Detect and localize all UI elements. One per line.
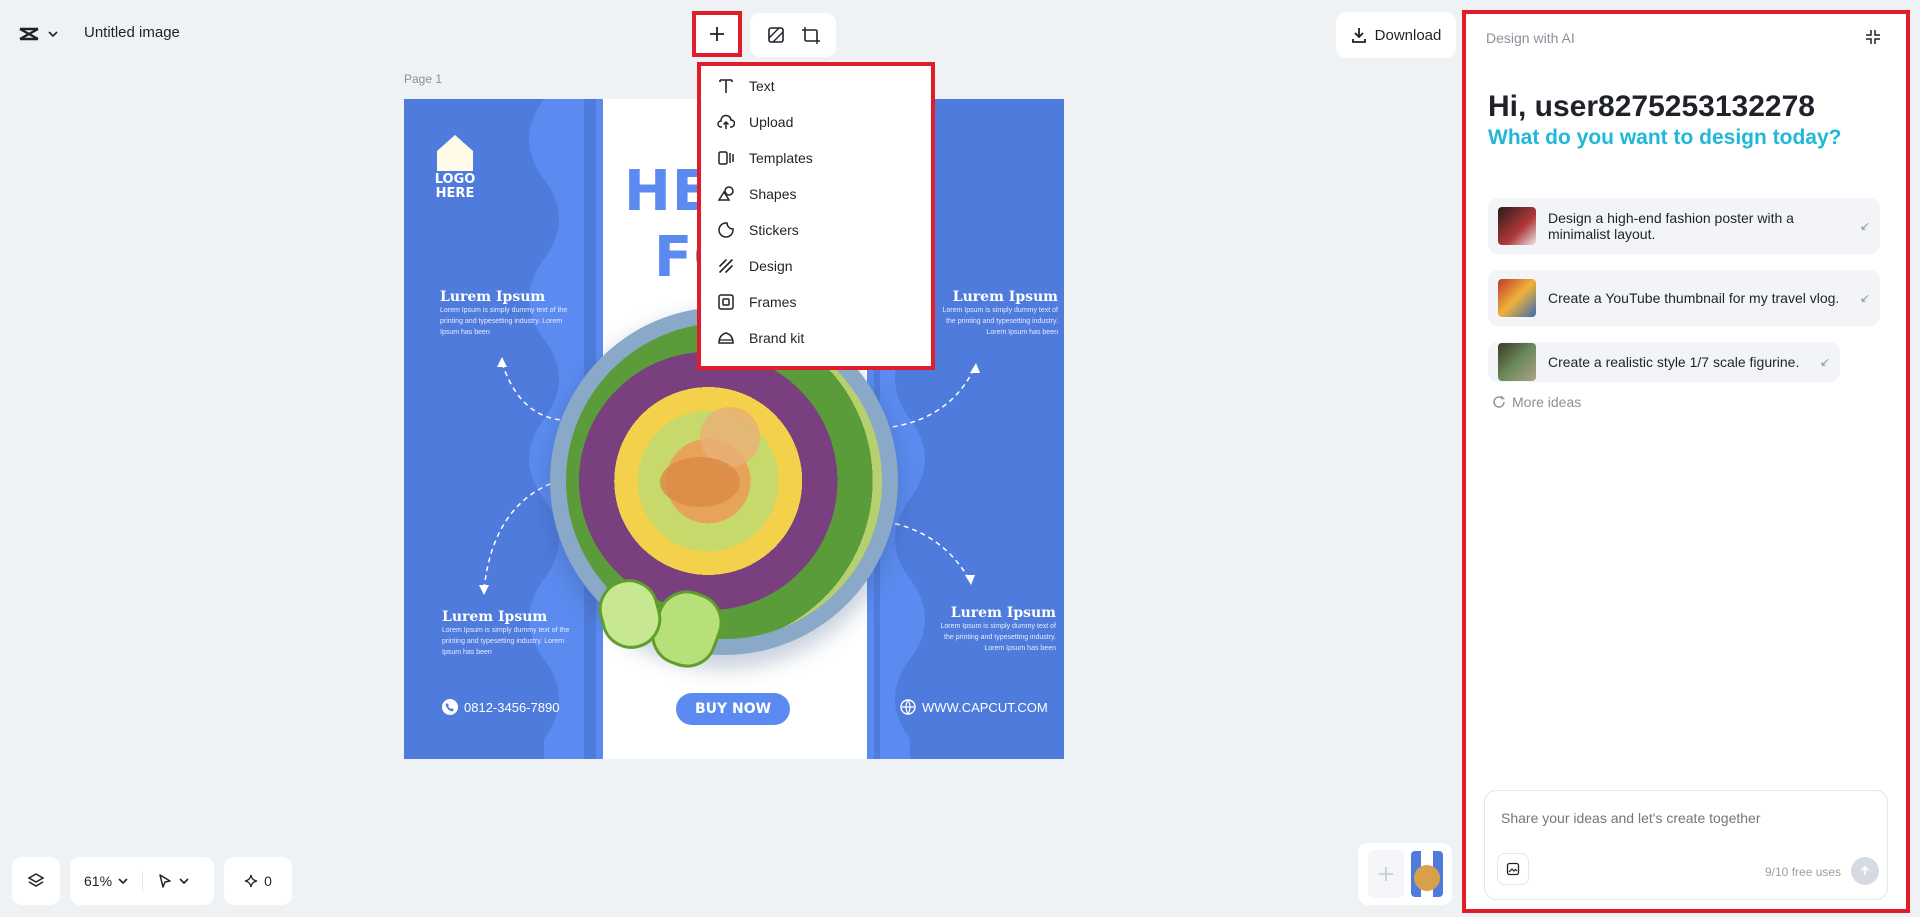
add-page-button[interactable]	[1367, 850, 1404, 898]
phone-icon	[442, 699, 458, 715]
suggestion-card[interactable]: Design a high-end fashion poster with a …	[1488, 198, 1880, 254]
menu-item-templates[interactable]: Templates	[701, 140, 931, 176]
menu-item-label: Stickers	[749, 222, 799, 238]
menu-item-label: Templates	[749, 150, 813, 166]
insert-arrow-icon: ↙	[1819, 355, 1830, 369]
canvas-tools	[750, 13, 836, 57]
suggestion-thumbnail	[1498, 279, 1536, 317]
menu-item-label: Upload	[749, 114, 794, 130]
plus-icon	[709, 26, 725, 42]
chevron-down-icon[interactable]	[179, 878, 189, 884]
more-ideas-button[interactable]: More ideas	[1492, 394, 1581, 410]
website-contact: WWW.CAPCUT.COM	[900, 699, 1048, 715]
divider	[142, 871, 144, 891]
menu-item-label: Shapes	[749, 186, 797, 202]
design-icon	[717, 257, 735, 275]
shapes-icon	[717, 185, 735, 203]
design-with-ai-panel: Design with AI Hi, user8275253132278 Wha…	[1462, 10, 1910, 913]
suggestion-text: Create a realistic style 1/7 scale figur…	[1548, 354, 1800, 370]
suggestion-text: Design a high-end fashion poster with a …	[1548, 210, 1794, 242]
ai-credits-button[interactable]: 0	[224, 857, 292, 905]
buy-now-button: BUY NOW	[676, 693, 790, 725]
brand-kit-icon	[717, 329, 735, 347]
suggestion-text: Create a YouTube thumbnail for my travel…	[1548, 290, 1840, 306]
layers-button[interactable]	[12, 857, 60, 905]
collapse-panel-button[interactable]	[1864, 28, 1882, 46]
templates-icon	[717, 149, 735, 167]
suggestion-card[interactable]: Create a realistic style 1/7 scale figur…	[1488, 342, 1840, 382]
zoom-level[interactable]: 61%	[84, 873, 112, 889]
menu-item-shapes[interactable]: Shapes	[701, 176, 931, 212]
menu-item-text[interactable]: Text	[701, 68, 931, 104]
menu-item-label: Text	[749, 78, 775, 94]
more-ideas-label: More ideas	[1512, 394, 1582, 410]
greeting: Hi, user8275253132278	[1488, 90, 1815, 123]
prompt-input[interactable]	[1499, 809, 1873, 827]
menu-item-frames[interactable]: Frames	[701, 284, 931, 320]
suggestion-thumbnail	[1498, 207, 1536, 245]
suggestion-thumbnail	[1498, 343, 1536, 381]
download-icon	[1351, 27, 1367, 43]
menu-item-upload[interactable]: Upload	[701, 104, 931, 140]
layers-icon	[27, 872, 45, 890]
pointer-icon[interactable]	[157, 873, 173, 889]
app-logo-menu[interactable]	[8, 16, 70, 52]
ai-panel-header: Design with AI	[1486, 30, 1575, 46]
plus-icon	[1377, 865, 1395, 883]
phone-number: 0812-3456-7890	[464, 699, 560, 715]
menu-item-label: Brand kit	[749, 330, 805, 346]
refresh-icon	[1492, 395, 1506, 409]
upload-icon	[717, 113, 735, 131]
arrow-up-icon	[1859, 865, 1871, 877]
download-button[interactable]: Download	[1336, 12, 1456, 58]
capcut-logo-icon	[18, 25, 40, 43]
page-thumbnails	[1358, 843, 1452, 905]
send-button[interactable]	[1851, 857, 1879, 885]
menu-item-stickers[interactable]: Stickers	[701, 212, 931, 248]
page-thumbnail[interactable]	[1410, 851, 1443, 897]
menu-item-label: Design	[749, 258, 793, 274]
download-label: Download	[1374, 26, 1442, 44]
stickers-icon	[717, 221, 735, 239]
chevron-down-icon	[48, 31, 58, 37]
globe-icon	[900, 699, 916, 715]
background-icon[interactable]	[767, 26, 785, 44]
text-icon	[717, 77, 735, 95]
menu-item-label: Frames	[749, 294, 797, 310]
phone-contact: 0812-3456-7890	[442, 699, 559, 715]
credits-count: 0	[264, 873, 272, 889]
document-title[interactable]: Untitled image	[84, 24, 180, 41]
page-label: Page 1	[404, 72, 443, 86]
zoom-control: 61%	[70, 857, 214, 905]
image-upload-icon	[1506, 862, 1520, 876]
insert-arrow-icon: ↙	[1859, 291, 1870, 305]
add-element-menu: Text Upload Templates Shapes Stickers De…	[697, 62, 935, 370]
sparkle-icon	[244, 874, 258, 888]
prompt-input-box: 9/10 free uses	[1484, 790, 1888, 900]
insert-arrow-icon: ↙	[1859, 219, 1870, 233]
attach-image-button[interactable]	[1497, 853, 1529, 885]
free-uses-counter: 9/10 free uses	[1765, 865, 1842, 879]
add-element-button[interactable]	[692, 11, 742, 57]
prompt-question: What do you want to design today?	[1488, 126, 1842, 149]
frames-icon	[717, 293, 735, 311]
menu-item-brand-kit[interactable]: Brand kit	[701, 320, 931, 356]
menu-item-design[interactable]: Design	[701, 248, 931, 284]
collapse-icon	[1864, 28, 1882, 46]
suggestion-card[interactable]: Create a YouTube thumbnail for my travel…	[1488, 270, 1880, 326]
chevron-down-icon[interactable]	[118, 878, 128, 884]
website-url: WWW.CAPCUT.COM	[922, 699, 1048, 715]
resize-icon[interactable]	[801, 26, 820, 44]
